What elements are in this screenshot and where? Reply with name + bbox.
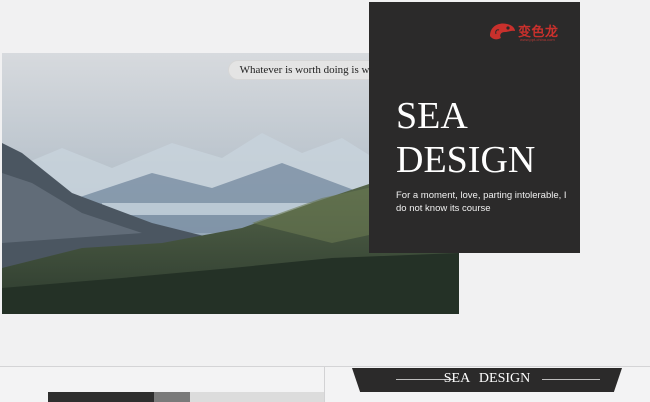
card-subtitle: For a moment, love, parting intolerable,… [396,190,567,214]
next-slide-grey-block [154,392,190,402]
slide-canvas: Whatever is worth doing is worth doing w… [0,0,650,367]
next-slide-banner: SEA DESIGN [352,368,622,392]
banner-title: SEA DESIGN [443,371,531,386]
slide-divider [324,367,325,402]
brand-logo: 变色龙 www.ppt-china.com [487,18,571,44]
brand-url: www.ppt-china.com [520,37,555,42]
title-card: 变色龙 www.ppt-china.com SEA DESIGN For a m… [369,2,580,253]
next-slide-dark-block [48,392,154,402]
next-slide-light-block [190,392,324,402]
chameleon-logo-icon [490,23,515,40]
title-line-2: DESIGN [396,139,536,181]
title-line-1: SEA [396,95,468,137]
